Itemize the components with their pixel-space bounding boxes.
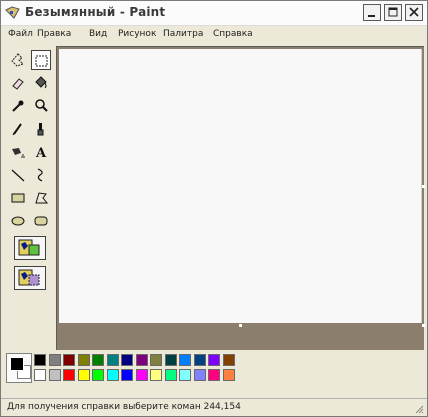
menu-image[interactable]: Рисунок — [118, 29, 156, 39]
minimize-icon — [368, 15, 375, 17]
drawing-canvas[interactable] — [59, 49, 422, 323]
fill-bucket-icon — [35, 76, 47, 89]
rounded-rectangle-icon — [34, 216, 48, 226]
color-palette — [5, 353, 425, 385]
title-bar[interactable]: Безымянный - Paint — [1, 1, 427, 26]
color-swatch[interactable] — [208, 354, 220, 366]
menu-file[interactable]: Файл — [8, 29, 33, 39]
minimize-button[interactable] — [363, 4, 381, 21]
resize-grip-icon[interactable] — [414, 404, 424, 414]
color-swatch[interactable] — [48, 369, 61, 381]
color-swatch[interactable] — [121, 354, 133, 366]
tool-line[interactable] — [8, 165, 28, 185]
color-swatch[interactable] — [179, 354, 191, 366]
maximize-button[interactable] — [384, 4, 402, 21]
rect-select-icon — [35, 55, 48, 67]
polygon-icon — [35, 192, 49, 204]
option-opaque[interactable] — [14, 236, 46, 260]
menu-colors[interactable]: Палитра — [163, 29, 203, 39]
color-swatch[interactable] — [193, 369, 206, 381]
color-swatch[interactable] — [77, 354, 90, 366]
airbrush-icon — [12, 148, 25, 158]
color-swatch[interactable] — [92, 354, 104, 366]
text-icon: A — [35, 146, 47, 160]
resize-handle-corner[interactable] — [422, 324, 425, 327]
free-form-select-icon — [11, 53, 24, 67]
svg-text:A: A — [35, 146, 47, 160]
tool-eraser[interactable] — [8, 73, 28, 93]
maximize-icon — [388, 7, 398, 17]
close-button[interactable] — [405, 4, 423, 21]
brush-icon — [37, 123, 44, 136]
color-swatch[interactable] — [222, 369, 235, 381]
magnifier-icon — [35, 99, 48, 112]
color-swatch[interactable] — [121, 369, 133, 381]
tool-free-form-select[interactable] — [8, 50, 28, 70]
color-swatch[interactable] — [208, 369, 220, 381]
color-swatch[interactable] — [106, 354, 119, 366]
curve-icon — [37, 168, 43, 182]
status-text: Для получения справки выберите коман 244… — [7, 402, 241, 412]
tool-fill[interactable] — [31, 73, 51, 93]
window-title: Безымянный - Paint — [25, 5, 166, 19]
color-swatch[interactable] — [77, 369, 90, 381]
tool-brush[interactable] — [31, 119, 51, 139]
eraser-icon — [12, 78, 24, 90]
color-swatch[interactable] — [179, 369, 191, 381]
tool-select[interactable] — [31, 50, 51, 70]
transparent-background-icon — [18, 269, 40, 286]
tool-curve[interactable] — [31, 165, 51, 185]
option-transparent[interactable] — [14, 266, 46, 290]
foreground-color — [10, 357, 24, 371]
tool-pick-color[interactable] — [8, 96, 28, 116]
color-swatch[interactable] — [135, 354, 148, 366]
menu-help[interactable]: Справка — [213, 29, 253, 39]
color-swatch[interactable] — [150, 354, 162, 366]
color-swatch[interactable] — [164, 354, 177, 366]
color-swatch[interactable] — [106, 369, 119, 381]
paint-app-icon[interactable] — [5, 6, 21, 20]
resize-handle-bottom[interactable] — [239, 324, 242, 327]
tool-ellipse[interactable] — [8, 211, 28, 231]
close-icon — [409, 7, 419, 17]
menu-edit[interactable]: Правка — [37, 29, 71, 39]
color-swatch[interactable] — [92, 369, 104, 381]
tool-airbrush[interactable] — [8, 142, 28, 162]
color-swatch[interactable] — [222, 354, 235, 366]
color-swatch[interactable] — [164, 369, 177, 381]
tool-rounded-rectangle[interactable] — [31, 211, 51, 231]
tool-polygon[interactable] — [31, 188, 51, 208]
status-bar: Для получения справки выберите коман 244… — [1, 398, 427, 416]
canvas-area — [56, 46, 425, 350]
color-swatch[interactable] — [193, 354, 206, 366]
ellipse-icon — [11, 216, 25, 226]
color-swatch[interactable] — [34, 354, 46, 366]
pencil-icon — [12, 123, 22, 136]
tool-rectangle[interactable] — [8, 188, 28, 208]
menu-bar: Файл Правка Вид Рисунок Палитра Справка — [1, 27, 427, 43]
line-icon — [11, 169, 25, 182]
resize-handle-right[interactable] — [422, 185, 425, 188]
color-swatch[interactable] — [48, 354, 61, 366]
rectangle-icon — [11, 193, 25, 203]
paint-window: Безымянный - Paint Файл Правка Вид Рисун… — [0, 0, 428, 417]
tool-text[interactable]: A — [31, 142, 51, 162]
tool-pencil[interactable] — [8, 119, 28, 139]
eyedropper-icon — [12, 100, 24, 112]
current-colors[interactable] — [6, 353, 32, 383]
menu-view[interactable]: Вид — [89, 29, 107, 39]
color-swatch[interactable] — [34, 369, 46, 381]
color-swatch[interactable] — [63, 369, 75, 381]
color-swatch[interactable] — [150, 369, 162, 381]
tool-magnifier[interactable] — [31, 96, 51, 116]
toolbox: A — [5, 46, 53, 351]
color-swatch[interactable] — [63, 354, 75, 366]
opaque-background-icon — [18, 239, 40, 256]
color-swatch[interactable] — [135, 369, 148, 381]
